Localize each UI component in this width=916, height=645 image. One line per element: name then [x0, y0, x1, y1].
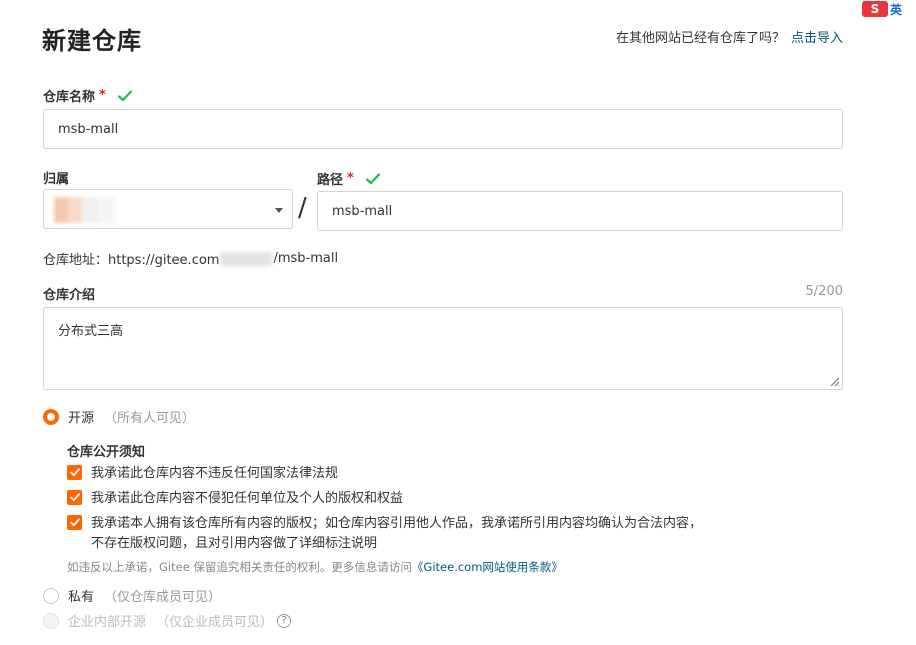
repo-address-prefix: 仓库地址：https://gitee.com	[43, 253, 220, 268]
terms-note: 如违反以上承诺，Gitee 保留追究相关责任的权利。更多信息请访问《Gitee.…	[67, 559, 563, 575]
path-separator: /	[298, 193, 307, 223]
radio-checked-icon[interactable]	[43, 408, 59, 425]
owner-select[interactable]	[43, 189, 293, 229]
required-mark: *	[347, 171, 354, 186]
caret-down-icon	[275, 208, 283, 213]
visibility-open-option[interactable]: 开源 （所有人可见）	[43, 407, 195, 426]
agreement-law-text: 我承诺此仓库内容不违反任何国家法律法规	[91, 466, 339, 481]
checkbox-checked-icon[interactable]	[67, 515, 82, 530]
owner-label: 归属	[43, 168, 69, 187]
owner-label-text: 归属	[43, 172, 70, 187]
checkbox-checked-icon[interactable]	[67, 490, 82, 505]
intro-textarea[interactable]: 分布式三高	[43, 307, 843, 390]
public-notice-title: 仓库公开须知	[67, 445, 146, 460]
page-title: 新建仓库	[42, 27, 142, 55]
import-prompt-text: 在其他网站已经有仓库了吗？	[615, 31, 785, 46]
owner-avatar	[54, 197, 116, 223]
visibility-open-label: 开源	[68, 411, 95, 426]
valid-check-icon	[117, 89, 132, 101]
address-owner-blur	[220, 251, 273, 266]
agreement-ownership-line2: 不存在版权问题，且对引用内容做了详细标注说明	[91, 536, 378, 551]
import-link[interactable]: 点击导入	[791, 31, 843, 46]
agreement-ownership-text: 我承诺本人拥有该仓库所有内容的版权；如仓库内容引用他人作品，我承诺所引用内容均确…	[91, 514, 702, 554]
repo-address: 仓库地址：https://gitee.com /msb-mall	[43, 249, 338, 268]
help-icon[interactable]: ?	[277, 613, 292, 628]
intro-value: 分布式三高	[58, 324, 124, 339]
valid-check-icon	[365, 172, 380, 184]
repo-address-suffix: /msb-mall	[273, 251, 339, 266]
agreement-copyright[interactable]: 我承诺此仓库内容不侵犯任何单位及个人的版权和权益	[67, 489, 403, 508]
path-label-text: 路径	[317, 173, 344, 188]
radio-disabled-icon	[43, 612, 59, 629]
ime-logo-icon: S	[862, 1, 888, 17]
repo-name-value: msb-mall	[58, 121, 119, 137]
visibility-private-hint: （仅仓库成员可见）	[104, 590, 222, 605]
visibility-private-option[interactable]: 私有 （仅仓库成员可见）	[43, 586, 221, 605]
intro-label-text: 仓库介绍	[43, 288, 96, 303]
intro-char-count: 5/200	[805, 284, 843, 299]
visibility-private-label: 私有	[68, 590, 95, 605]
ime-mode-label: 英	[890, 2, 903, 17]
repo-name-input[interactable]: msb-mall	[43, 109, 843, 149]
repo-name-label-text: 仓库名称	[43, 90, 96, 105]
required-mark: *	[99, 88, 106, 103]
path-value: msb-mall	[332, 203, 393, 219]
intro-label: 仓库介绍	[43, 284, 95, 303]
terms-note-text: 如违反以上承诺，Gitee 保留追究相关责任的权利。更多信息请访问	[67, 560, 412, 574]
terms-link[interactable]: 《Gitee.com网站使用条款》	[412, 560, 563, 574]
agreement-law[interactable]: 我承诺此仓库内容不违反任何国家法律法规	[67, 464, 338, 483]
visibility-enterprise-option: 企业内部开源 （仅企业成员可见） ?	[43, 611, 292, 630]
checkbox-checked-icon[interactable]	[67, 465, 82, 480]
repo-name-label: 仓库名称 *	[43, 86, 132, 105]
agreement-ownership[interactable]: 我承诺本人拥有该仓库所有内容的版权；如仓库内容引用他人作品，我承诺所引用内容均确…	[67, 514, 702, 554]
agreement-copyright-text: 我承诺此仓库内容不侵犯任何单位及个人的版权和权益	[91, 491, 404, 506]
visibility-open-hint: （所有人可见）	[104, 411, 196, 426]
path-input[interactable]: msb-mall	[317, 191, 843, 231]
visibility-enterprise-hint: （仅企业成员可见）	[156, 615, 274, 630]
resize-grip-icon[interactable]	[828, 375, 840, 387]
ime-indicator[interactable]: S 英	[862, 0, 916, 18]
path-label: 路径 *	[317, 169, 380, 188]
agreement-ownership-line1: 我承诺本人拥有该仓库所有内容的版权；如仓库内容引用他人作品，我承诺所引用内容均确…	[91, 516, 703, 531]
import-prompt: 在其他网站已经有仓库了吗？ 点击导入	[616, 27, 843, 46]
visibility-enterprise-label: 企业内部开源	[68, 615, 147, 630]
radio-unchecked-icon[interactable]	[43, 587, 59, 604]
